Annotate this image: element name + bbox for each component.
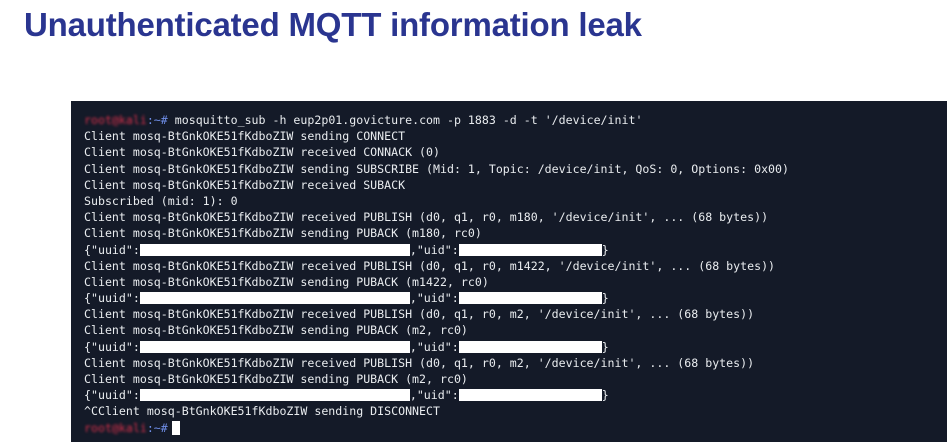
slide-title: Unauthenticated MQTT information leak [24,6,642,43]
payload-line: {"uuid": ,"uid":} [84,242,947,258]
prompt-separator: :~# [146,420,168,435]
redacted-uid [458,389,602,402]
output-line-puback: Client mosq-BtGnkOKE51fKdboZIW sending P… [84,274,489,289]
payload-line: {"uuid": ,"uid":} [84,339,947,355]
payload-close: } [601,388,609,403]
output-line-subscribe: Client mosq-BtGnkOKE51fKdboZIW sending S… [84,161,789,176]
payload-mid: ,"uid": [409,242,459,257]
output-line-puback: Client mosq-BtGnkOKE51fKdboZIW sending P… [84,226,482,241]
redacted-uuid [139,389,410,402]
payload-open: {"uuid": [84,291,140,306]
output-line-subscribed: Subscribed (mid: 1): 0 [84,193,238,208]
payload-mid: ,"uid": [409,339,459,354]
command-line-empty[interactable]: root@kali:~# [84,420,947,436]
output-line-disconnect: ^CClient mosq-BtGnkOKE51fKdboZIW sending… [84,404,440,419]
output-line-connect: Client mosq-BtGnkOKE51fKdboZIW sending C… [84,129,406,144]
payload-line: {"uuid": ,"uid":} [84,387,947,403]
redacted-uid [458,292,602,305]
command-text: mosquitto_sub -h eup2p01.govicture.com -… [174,113,643,127]
text-cursor [171,420,180,435]
output-line-publish: Client mosq-BtGnkOKE51fKdboZIW received … [84,355,755,370]
output-line-suback: Client mosq-BtGnkOKE51fKdboZIW received … [84,177,406,192]
payload-close: } [601,339,609,354]
payload-open: {"uuid": [84,339,140,354]
redacted-uuid [139,340,410,353]
prompt-user-redacted: root@kali [84,420,147,435]
redacted-uid [458,243,602,256]
output-line-connack: Client mosq-BtGnkOKE51fKdboZIW received … [84,145,440,160]
terminal-window[interactable]: root@kali:~# mosquitto_sub -h eup2p01.go… [71,101,947,442]
output-line-publish: Client mosq-BtGnkOKE51fKdboZIW received … [84,258,776,273]
prompt-user-redacted: root@kali [84,113,147,127]
output-line-puback: Client mosq-BtGnkOKE51fKdboZIW sending P… [84,323,468,338]
redacted-uid [458,340,602,353]
payload-open: {"uuid": [84,388,140,403]
prompt-separator: :~# [146,113,168,127]
payload-mid: ,"uid": [409,388,459,403]
output-line-publish: Client mosq-BtGnkOKE51fKdboZIW received … [84,307,755,322]
output-line-puback: Client mosq-BtGnkOKE51fKdboZIW sending P… [84,372,468,386]
payload-open: {"uuid": [84,242,140,257]
redacted-uuid [139,292,410,305]
payload-close: } [601,291,609,306]
payload-mid: ,"uid": [409,291,459,306]
payload-line: {"uuid": ,"uid":} [84,290,947,306]
payload-close: } [601,242,609,257]
output-line-publish: Client mosq-BtGnkOKE51fKdboZIW received … [84,210,769,225]
command-line: root@kali:~# mosquitto_sub -h eup2p01.go… [84,112,947,128]
redacted-uuid [139,243,410,256]
